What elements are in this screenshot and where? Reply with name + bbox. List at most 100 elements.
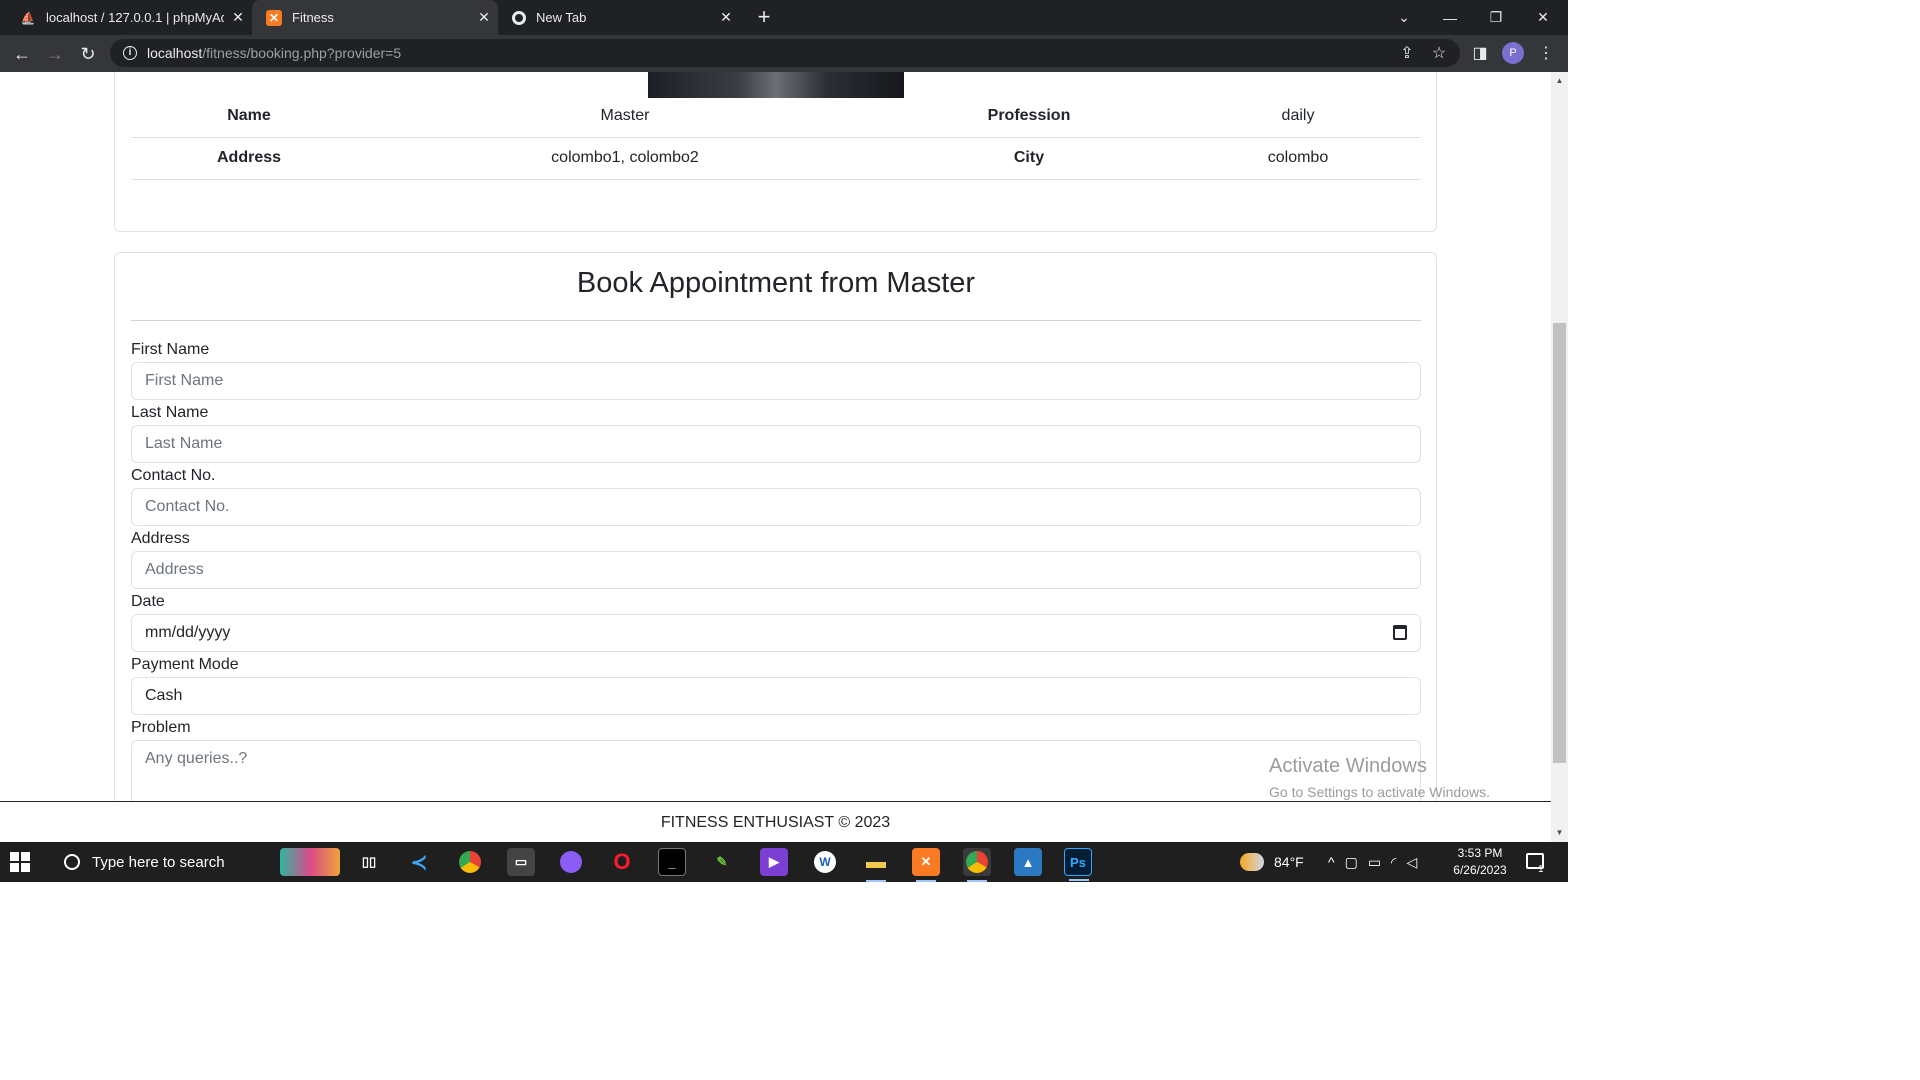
address-bar[interactable]: i localhost/fitness/booking.php?provider… [110,39,1460,67]
reload-button[interactable]: ↻ [75,41,101,67]
payment-mode-input[interactable]: Cash [131,677,1421,715]
chrome-profile-taskbar-icon[interactable] [963,848,991,882]
divider [131,320,1421,321]
close-icon[interactable]: ✕ [224,9,252,26]
cmd-icon[interactable]: _ [658,848,686,876]
meet-now-icon[interactable]: ▢ [1345,854,1358,871]
first-name-label: First Name [131,341,210,358]
photoshop-icon[interactable]: Ps [1064,848,1092,881]
notepad-icon[interactable]: ✎ [708,848,736,876]
close-icon[interactable]: ✕ [712,9,740,26]
windows-start-icon[interactable] [10,852,30,872]
browser-toolbar: ← → ↻ i localhost/fitness/booking.php?pr… [0,35,1568,72]
side-panel-icon[interactable]: ◨ [1469,43,1491,65]
address-key: Address [131,137,367,180]
profile-avatar[interactable]: P [1502,42,1524,64]
clock-date: 6/26/2023 [1453,863,1507,877]
address-input[interactable]: Address [131,551,1421,589]
last-name-input[interactable]: Last Name [131,425,1421,463]
calendar-icon[interactable] [1393,625,1407,640]
clock-time: 3:53 PM [1457,846,1503,860]
page-footer: FITNESS ENTHUSIAST © 2023 [0,801,1551,842]
tab-title: New Tab [536,10,587,25]
new-tab-button[interactable]: + [752,4,776,30]
name-value: Master [367,95,883,138]
weather-icon [1240,853,1264,871]
site-info-icon[interactable]: i [123,46,137,60]
task-view-icon[interactable]: ▯▯ [355,848,383,876]
visual-studio-icon[interactable]: ▶ [760,848,788,876]
date-value: mm/dd/yyyy [145,624,231,641]
contact-label: Contact No. [131,467,216,484]
file-explorer-icon[interactable]: ▬ [862,848,890,882]
date-input[interactable]: mm/dd/yyyy [131,614,1421,652]
chevron-up-icon[interactable]: ^ [1328,854,1335,870]
opera-icon[interactable]: O [608,848,636,876]
taskbar-clock[interactable]: 3:53 PM 6/26/2023 [1440,845,1520,879]
restore-button[interactable]: ❐ [1473,0,1519,35]
page-viewport: Name Master Profession daily Address col… [0,72,1551,842]
problem-label: Problem [131,719,191,736]
weather-widget[interactable]: 84°F [1240,842,1304,882]
back-button[interactable]: ← [9,41,35,67]
close-window-button[interactable]: ✕ [1520,0,1566,35]
chrome-icon [512,10,526,25]
weather-temp: 84°F [1274,854,1304,870]
search-icon [64,854,80,870]
tab-fitness[interactable]: ✕ Fitness ✕ [252,0,498,35]
browser-tab-strip: ⛵ localhost / 127.0.0.1 | phpMyAdm ✕ ✕ F… [0,0,1568,35]
terminal-icon[interactable]: ▭ [507,848,535,876]
city-key: City [883,137,1175,180]
scroll-thumb[interactable] [1553,323,1566,763]
github-icon[interactable] [557,848,585,876]
payment-mode-label: Payment Mode [131,656,239,673]
last-name-label: Last Name [131,404,209,421]
tab-phpmyadmin[interactable]: ⛵ localhost / 127.0.0.1 | phpMyAdm ✕ [6,0,252,35]
form-title: Book Appointment from Master [576,267,976,299]
watermark-title: Activate Windows [1269,755,1427,777]
system-tray: ^ ▢ ▭ ◜ ◁ [1328,842,1417,882]
first-name-input[interactable]: First Name [131,362,1421,400]
photos-icon[interactable]: ▲ [1014,848,1042,876]
share-icon[interactable]: ⇪ [1396,43,1418,65]
name-key: Name [131,95,367,138]
contact-input[interactable]: Contact No. [131,488,1421,526]
url-text: localhost/fitness/booking.php?provider=5 [147,45,402,61]
minimize-button[interactable]: — [1427,0,1473,35]
provider-card: Name Master Profession daily Address col… [114,72,1437,232]
city-value: colombo [1175,137,1421,180]
tab-new-tab[interactable]: New Tab ✕ [498,0,740,35]
profession-value: daily [1175,95,1421,138]
volume-icon[interactable]: ◁ [1406,854,1417,871]
wifi-icon[interactable]: ◜ [1391,854,1396,871]
close-icon[interactable]: ✕ [470,9,498,26]
scroll-down-arrow-icon[interactable]: ▼ [1551,826,1568,840]
xampp-taskbar-icon[interactable]: ✕ [912,848,940,882]
tab-title: Fitness [292,10,334,25]
table-row: Address colombo1, colombo2 City colombo [131,137,1421,180]
taskbar-search-placeholder: Type here to search [92,853,225,871]
bookmark-star-icon[interactable]: ☆ [1428,43,1450,65]
search-highlight-icon[interactable] [280,848,340,876]
phpmyadmin-icon: ⛵ [20,10,36,25]
tab-search-chevron-icon[interactable]: ⌄ [1381,0,1427,35]
address-label: Address [131,530,190,547]
page-scrollbar[interactable]: ▲ ▼ [1551,72,1568,842]
windows-taskbar: Type here to search ▯▯ ≺ ▭ O _ ✎ ▶ W ▬ ✕… [0,842,1568,882]
vscode-icon[interactable]: ≺ [405,848,433,876]
booking-form-card: Book Appointment from Master First Name … [114,252,1437,842]
address-value: colombo1, colombo2 [367,137,883,180]
chrome-taskbar-icon[interactable] [456,848,484,876]
forward-button[interactable]: → [42,41,68,67]
menu-kebab-icon[interactable]: ⋮ [1535,43,1557,65]
provider-details-table: Name Master Profession daily Address col… [131,95,1421,180]
notification-count: 1 [1538,864,1544,875]
app-w-icon[interactable]: W [811,848,839,876]
battery-icon[interactable]: ▭ [1368,854,1381,871]
scroll-up-arrow-icon[interactable]: ▲ [1551,74,1568,88]
problem-textarea[interactable]: Any queries..? [131,740,1421,810]
date-label: Date [131,593,165,610]
profession-key: Profession [883,95,1175,138]
table-row: Name Master Profession daily [131,95,1421,138]
watermark-subtitle: Go to Settings to activate Windows. [1269,784,1490,800]
